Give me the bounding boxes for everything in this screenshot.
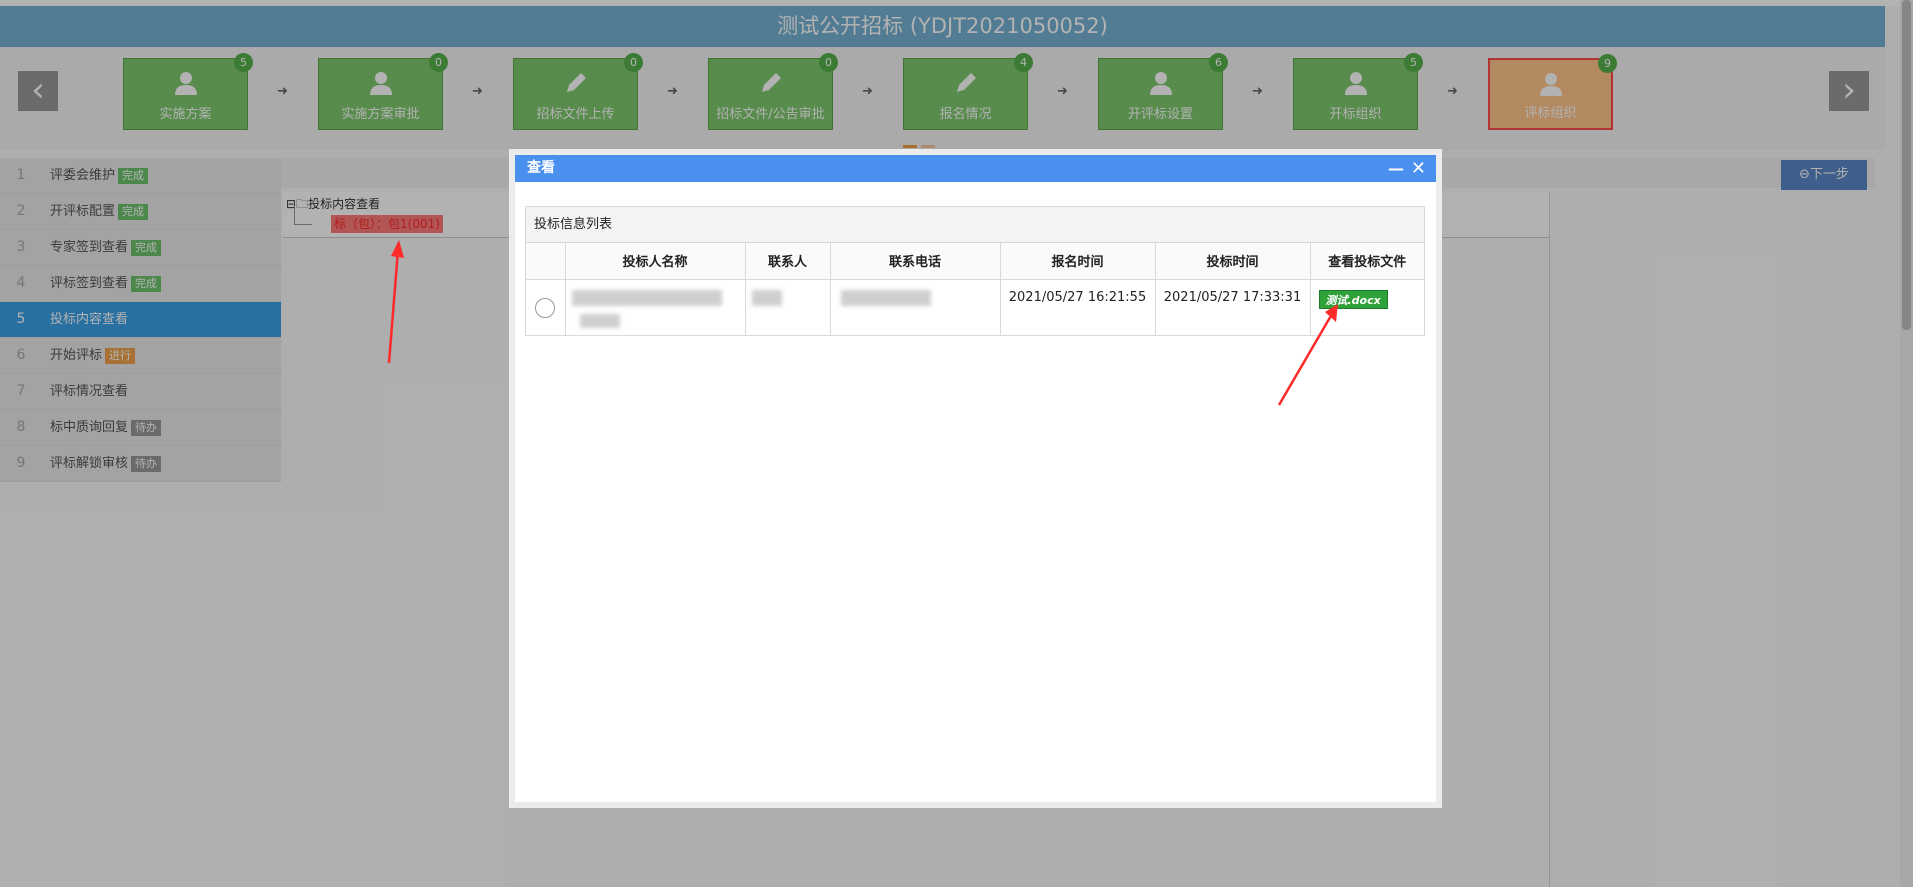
bid-file-link[interactable]: 测试.docx bbox=[1318, 289, 1388, 309]
bid-time-cell: 2021/05/27 17:33:31 bbox=[1154, 278, 1311, 335]
redacted-bidder-name-line2 bbox=[579, 313, 620, 328]
column-header[interactable]: 联系电话 bbox=[829, 243, 1001, 280]
column-header-select bbox=[526, 243, 566, 280]
select-cell bbox=[526, 278, 566, 335]
redacted-phone bbox=[840, 289, 931, 306]
column-header[interactable]: 查看投标文件 bbox=[1309, 243, 1424, 280]
bid-info-grid: 投标信息列表 投标人名称 联系人 联系电话 报名时间 投标时间 查看投标文件 2… bbox=[525, 206, 1425, 336]
close-icon[interactable]: ✕ bbox=[1411, 155, 1426, 182]
table-row[interactable]: 2021/05/27 16:21:55 2021/05/27 17:33:31 … bbox=[526, 278, 1424, 335]
column-header[interactable]: 联系人 bbox=[744, 243, 831, 280]
signup-time-cell: 2021/05/27 16:21:55 bbox=[999, 278, 1156, 335]
row-radio[interactable] bbox=[535, 297, 556, 318]
dialog-title: 查看 bbox=[527, 160, 555, 176]
contact-cell bbox=[744, 278, 831, 335]
phone-cell bbox=[829, 278, 1001, 335]
column-header[interactable]: 投标时间 bbox=[1154, 243, 1311, 280]
dialog-body: 查看 — ✕ 投标信息列表 投标人名称 联系人 联系电话 报名时间 投标时间 查… bbox=[515, 155, 1436, 802]
view-dialog: 查看 — ✕ 投标信息列表 投标人名称 联系人 联系电话 报名时间 投标时间 查… bbox=[509, 149, 1442, 808]
dialog-titlebar: 查看 — ✕ bbox=[515, 155, 1436, 182]
column-header[interactable]: 投标人名称 bbox=[564, 243, 746, 280]
file-cell: 测试.docx bbox=[1309, 278, 1424, 335]
redacted-bidder-name bbox=[571, 289, 722, 306]
bid-table: 投标人名称 联系人 联系电话 报名时间 投标时间 查看投标文件 2021/05/… bbox=[526, 243, 1424, 335]
redacted-contact bbox=[751, 289, 782, 306]
bidder-cell bbox=[564, 278, 746, 335]
grid-caption: 投标信息列表 bbox=[526, 207, 1424, 243]
column-header[interactable]: 报名时间 bbox=[999, 243, 1156, 280]
table-header-row: 投标人名称 联系人 联系电话 报名时间 投标时间 查看投标文件 bbox=[526, 243, 1424, 280]
minimize-icon[interactable]: — bbox=[1388, 155, 1404, 182]
